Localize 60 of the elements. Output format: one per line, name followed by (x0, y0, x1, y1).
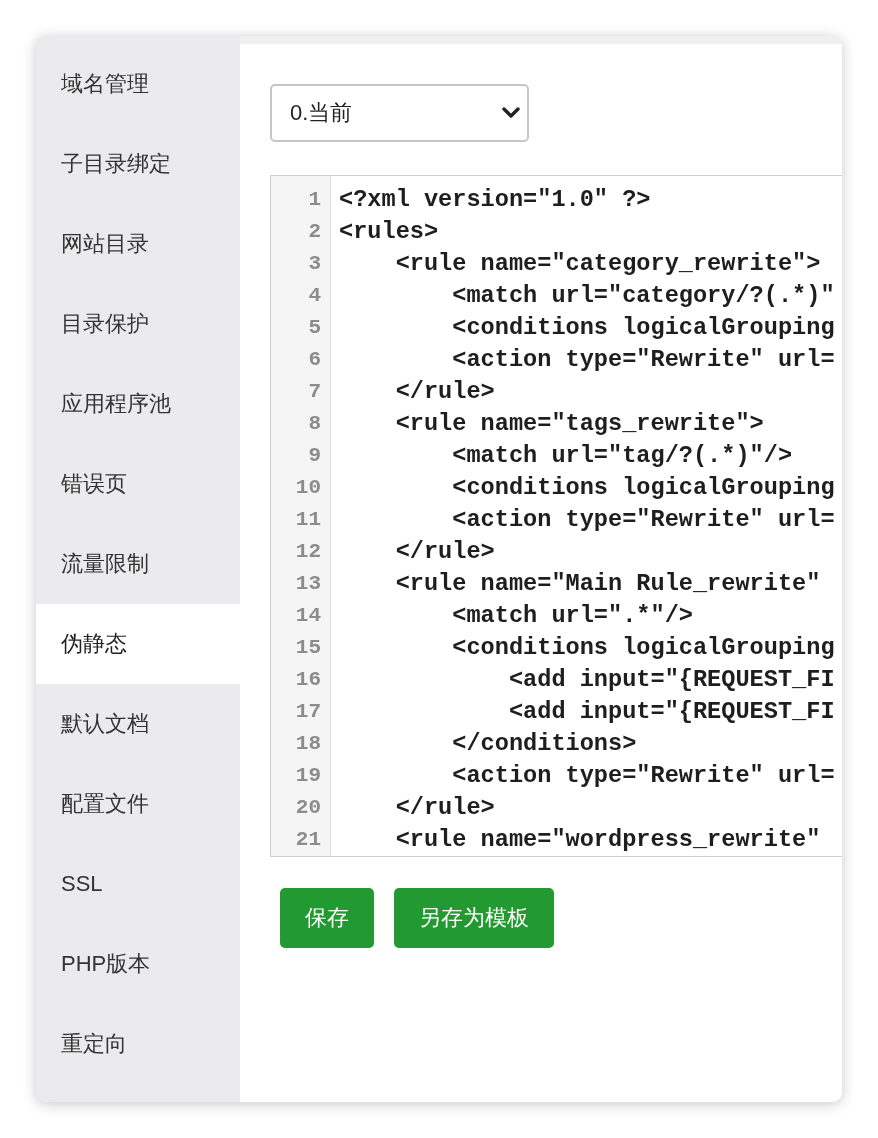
code-line: <rule name="category_rewrite"> (394, 250, 821, 277)
code-line: <action type="Rewrite" url= (451, 506, 835, 533)
chevron-icon (502, 107, 520, 119)
sidebar-item[interactable]: 配置文件 (36, 764, 240, 844)
line-number: 21 (294, 827, 322, 853)
sidebar-item[interactable]: 默认文档 (36, 684, 240, 764)
code-line: <rules> (339, 218, 439, 245)
code-line: </rule> (394, 378, 495, 405)
code-editor[interactable] (270, 175, 842, 857)
version-select[interactable]: 0.当前 (270, 84, 529, 142)
code-line: </rule> (394, 538, 495, 565)
code-line: <conditions logicalGrouping (451, 474, 835, 501)
code-line: <match url="category/?(.*)" (451, 282, 835, 309)
line-number: 16 (294, 667, 322, 693)
line-number: 3 (307, 251, 322, 277)
sidebar-item[interactable]: 错误页 (36, 444, 240, 524)
sidebar-item[interactable]: PHP版本 (36, 924, 240, 1004)
line-number: 14 (294, 603, 322, 629)
line-number: 18 (294, 731, 322, 757)
code-line: <action type="Rewrite" url= (451, 346, 835, 373)
line-number: 5 (307, 315, 322, 341)
sidebar-item[interactable]: 流量限制 (36, 524, 240, 604)
save-button[interactable]: 保存 (280, 888, 374, 948)
code-line: <conditions logicalGrouping (451, 634, 835, 661)
line-number: 13 (294, 571, 322, 597)
code-line: <match url="tag/?(.*)"/> (451, 442, 793, 469)
code-line: <match url=".*"/> (451, 602, 693, 629)
line-number: 8 (307, 411, 322, 437)
code-line: <?xml version="1.0" ?> (339, 186, 651, 213)
line-number: 20 (294, 795, 322, 821)
code-line: <rule name="tags_rewrite"> (394, 410, 764, 437)
sidebar-item[interactable]: 子目录绑定 (36, 124, 240, 204)
code-line: </rule> (394, 794, 495, 821)
code-line: <rule name="wordpress_rewrite" (394, 826, 821, 853)
line-number: 11 (294, 507, 322, 533)
sidebar-item[interactable]: 网站目录 (36, 204, 240, 284)
line-number: 15 (294, 635, 322, 661)
code-line: </conditions> (451, 730, 637, 757)
code-line: <action type="Rewrite" url= (451, 762, 835, 789)
sidebar-item[interactable]: SSL (36, 844, 240, 924)
line-number: 12 (294, 539, 322, 565)
line-number: 7 (307, 379, 322, 405)
sidebar-item[interactable]: 重定向 (36, 1004, 240, 1084)
line-number: 9 (307, 443, 322, 469)
sidebar-item[interactable]: 目录保护 (36, 284, 240, 364)
line-number: 2 (307, 219, 322, 245)
sidebar-item[interactable]: 伪静态 (36, 604, 240, 684)
line-number: 17 (294, 699, 322, 725)
code-line: <add input="{REQUEST_FI (507, 666, 835, 693)
sidebar-item[interactable]: 域名管理 (36, 44, 240, 124)
line-number: 19 (294, 763, 322, 789)
line-number: 4 (307, 283, 322, 309)
line-number: 1 (307, 187, 322, 213)
code-line: <conditions logicalGrouping (451, 314, 835, 341)
save-as-template-button[interactable]: 另存为模板 (394, 888, 554, 948)
code-line: <rule name="Main Rule_rewrite" (394, 570, 821, 597)
code-line: <add input="{REQUEST_FI (507, 698, 835, 725)
line-number: 10 (294, 475, 322, 501)
line-number: 6 (307, 347, 322, 373)
sidebar-item[interactable]: 应用程序池 (36, 364, 240, 444)
